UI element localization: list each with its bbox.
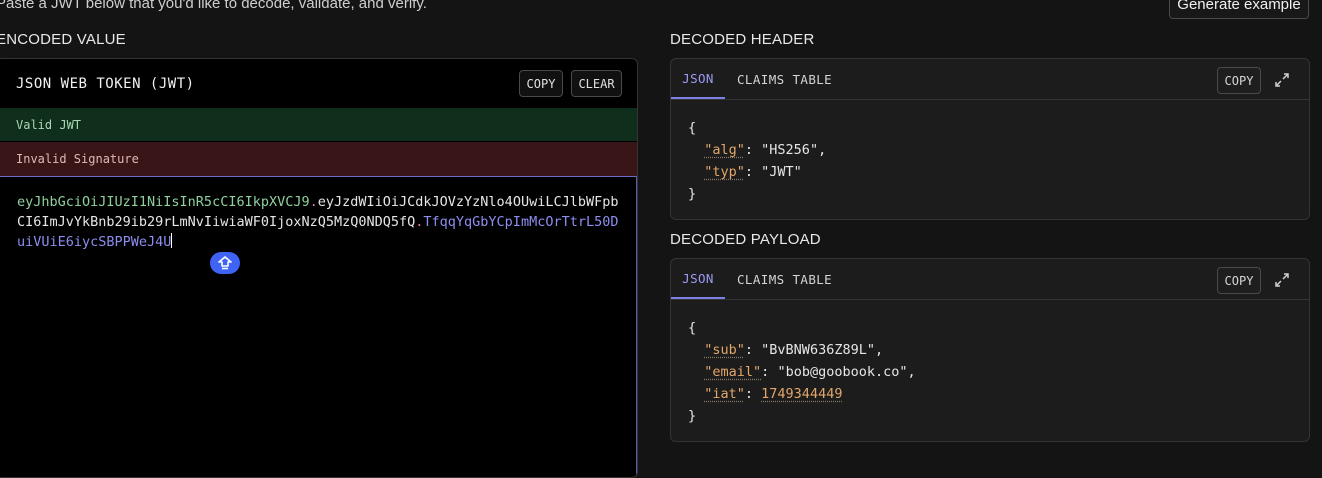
json-value: "HS256" (761, 142, 819, 158)
json-line: "sub": "BvBNW636Z89L", (688, 339, 916, 361)
payload-json-view: { "sub": "BvBNW636Z89L", "email": "bob@g… (688, 317, 916, 427)
generate-example-button[interactable]: Generate example (1169, 0, 1309, 19)
decoded-payload-title: DECODED PAYLOAD (670, 231, 821, 248)
json-comma: , (907, 364, 916, 380)
json-sep: : (744, 342, 762, 358)
token-header-part: eyJhbGciOiJIUzI1NiIsInR5cCI6IkpXVCJ9 (17, 194, 310, 210)
json-key[interactable]: "iat" (704, 386, 745, 402)
json-comma: , (874, 342, 884, 358)
encoded-panel-header: JSON WEB TOKEN (JWT) COPY CLEAR (0, 59, 637, 109)
json-sep: : (761, 364, 778, 380)
payload-tabs: JSON CLAIMS TABLE COPY (671, 259, 1309, 300)
encoded-clear-button[interactable]: CLEAR (571, 70, 622, 97)
decoded-header-title: DECODED HEADER (670, 31, 815, 48)
encoded-section-title: ENCODED VALUE (0, 31, 126, 48)
json-line: "email": "bob@goobook.co", (688, 361, 916, 383)
json-value: "JWT" (761, 164, 802, 180)
status-invalid-signature: Invalid Signature (0, 142, 637, 176)
header-copy-button[interactable]: COPY (1217, 67, 1261, 94)
header-tabs: JSON CLAIMS TABLE COPY (671, 59, 1309, 100)
encoded-panel: JSON WEB TOKEN (JWT) COPY CLEAR Valid JW… (0, 58, 638, 478)
decoded-payload-card: JSON CLAIMS TABLE COPY { "sub": "BvBNW63… (670, 258, 1310, 442)
json-comma: , (818, 142, 827, 158)
shield-upload-icon[interactable] (210, 252, 240, 274)
json-key[interactable]: "sub" (704, 342, 745, 358)
json-line: "typ": "JWT" (688, 161, 826, 183)
tab-header-claims-table[interactable]: CLAIMS TABLE (737, 59, 832, 99)
status-valid-jwt: Valid JWT (0, 108, 637, 141)
json-key[interactable]: "alg" (704, 142, 745, 158)
json-close-brace: } (688, 408, 697, 424)
json-value-timestamp[interactable]: 1749344449 (761, 386, 842, 402)
json-value: "BvBNW636Z89L" (761, 342, 875, 358)
json-open-brace: { (688, 320, 697, 336)
token-input[interactable]: eyJhbGciOiJIUzI1NiIsInR5cCI6IkpXVCJ9.eyJ… (0, 176, 637, 477)
json-line: "alg": "HS256", (688, 139, 826, 161)
expand-icon[interactable] (1273, 271, 1291, 289)
json-open-brace: { (688, 120, 697, 136)
json-close-brace: } (688, 186, 697, 202)
json-sep: : (744, 386, 762, 402)
encoded-panel-title: JSON WEB TOKEN (JWT) (16, 76, 195, 92)
payload-copy-button[interactable]: COPY (1217, 267, 1261, 294)
json-sep: : (744, 142, 762, 158)
token-text[interactable]: eyJhbGciOiJIUzI1NiIsInR5cCI6IkpXVCJ9.eyJ… (17, 192, 622, 252)
json-line: "iat": 1749344449 (688, 383, 916, 405)
tab-payload-claims-table[interactable]: CLAIMS TABLE (737, 259, 832, 299)
json-key[interactable]: "typ" (704, 164, 745, 180)
token-dot: . (309, 194, 318, 210)
text-caret (171, 233, 173, 248)
json-key[interactable]: "email" (704, 364, 761, 380)
header-json-view: { "alg": "HS256", "typ": "JWT"} (688, 117, 826, 205)
tab-header-json[interactable]: JSON (671, 59, 725, 99)
expand-icon[interactable] (1273, 71, 1291, 89)
intro-text: Paste a JWT below that you'd like to dec… (0, 0, 427, 12)
json-sep: : (744, 164, 762, 180)
tab-payload-json[interactable]: JSON (671, 259, 725, 299)
decoded-header-card: JSON CLAIMS TABLE COPY { "alg": "HS256",… (670, 58, 1310, 220)
json-value: "bob@goobook.co" (777, 364, 908, 380)
encoded-copy-button[interactable]: COPY (519, 70, 563, 97)
